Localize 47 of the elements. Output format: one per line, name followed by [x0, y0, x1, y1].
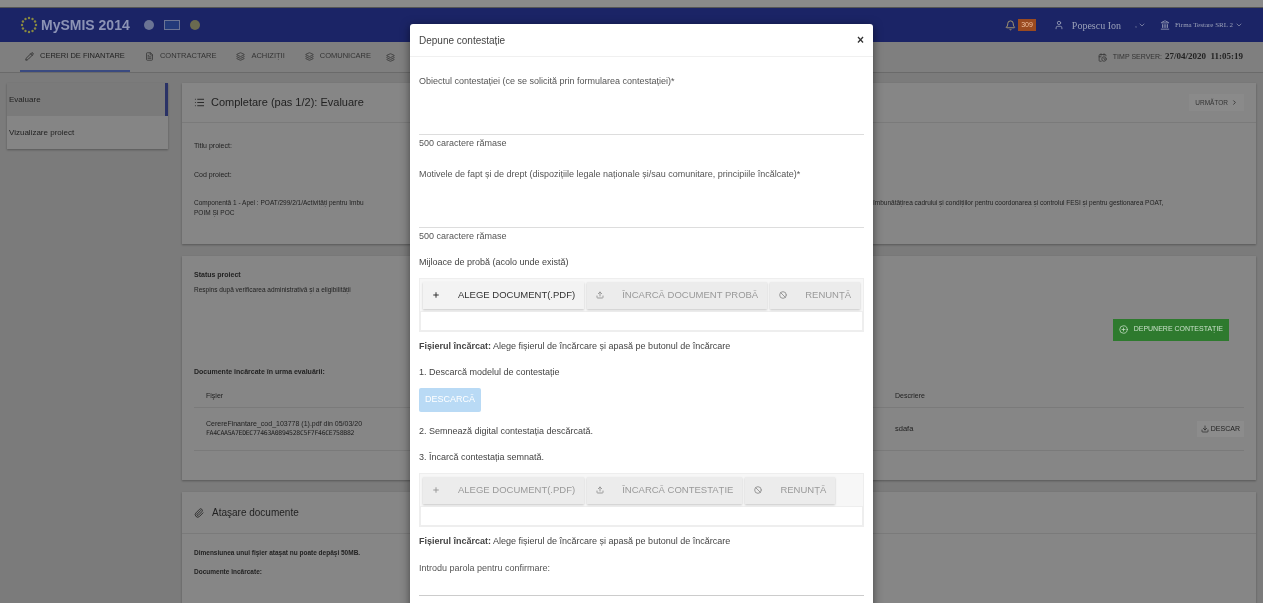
plus-circle-icon: [1118, 325, 1128, 334]
field-label: Motivele de fapt și de drept (dispozițiile legale naționale și/sau comunitare, principiile încălcate)*: [419, 168, 802, 181]
layers-icon: [304, 51, 314, 61]
emblem-icon: [143, 20, 154, 30]
field-label: 1. Descarcă modelul de contestație: [419, 366, 560, 379]
dialog-title: Depune contestație: [419, 33, 506, 48]
sidebar-item[interactable]: Evaluare: [7, 83, 168, 116]
user-icon: [1053, 20, 1064, 30]
close-button[interactable]: ×: [857, 34, 864, 46]
character-counter: 500 caractere rămase: [419, 136, 508, 150]
stars-circle-logo-icon: [20, 16, 38, 34]
upload-button[interactable]: ALEGE DOCUMENT(.PDF): [423, 281, 585, 309]
field-label: Mijloace de probă (acolo unde există): [419, 256, 569, 269]
emblem-icon: [189, 20, 200, 30]
flag-icon: [163, 20, 180, 30]
chevron-down-icon[interactable]: [1235, 21, 1243, 29]
card-title: Ataşare documente: [212, 506, 299, 520]
server-time: 27/04/2020 11:05:19: [1165, 50, 1243, 64]
download-icon: [1200, 425, 1209, 433]
pencil-icon: [25, 51, 34, 61]
card-title: Completare (pas 1/2): Evaluare: [211, 95, 364, 111]
bell-icon[interactable]: [1005, 19, 1017, 31]
field-label: Introdu parola pentru confirmare:: [419, 562, 552, 575]
upload-icon: [596, 291, 605, 299]
layers-icon[interactable]: [386, 52, 395, 62]
user-name[interactable]: Popescu Ion: [1071, 17, 1121, 33]
ban-icon: [779, 291, 788, 299]
field-label: Fișierul încărcat: Alege fișierul de încărcare și apasă pe butonul de încărcare: [419, 534, 731, 548]
bank-icon: [1159, 20, 1170, 30]
field-label: Fișierul încărcat: Alege fișierul de încărcare și apasă pe butonul de încărcare: [419, 339, 731, 353]
upload-icon: [596, 486, 605, 494]
plus-icon: [432, 291, 440, 299]
character-counter: 500 caractere rămase: [419, 229, 508, 243]
app-logo: MySMIS 2014: [41, 15, 130, 35]
field-label: Obiectul contestației (ce se solicită prin formularea contestației)*: [419, 75, 676, 88]
field-label: 3. Încarcă contestația semnată.: [419, 451, 545, 464]
document-icon: [144, 51, 154, 61]
chevron-down-icon[interactable]: [1137, 21, 1146, 29]
plus-icon: [432, 486, 440, 494]
layers-icon: [236, 51, 246, 61]
sidebar-item[interactable]: Vizualizare proiect: [7, 116, 168, 149]
paperclip-icon: [194, 507, 204, 518]
list-icon: [194, 97, 205, 108]
field-label: 2. Semnează digital contestația descărcată.: [419, 424, 594, 438]
ban-icon: [754, 486, 763, 494]
chevron-right-icon: [1231, 99, 1238, 106]
calendar-clock-icon: [1097, 52, 1107, 62]
